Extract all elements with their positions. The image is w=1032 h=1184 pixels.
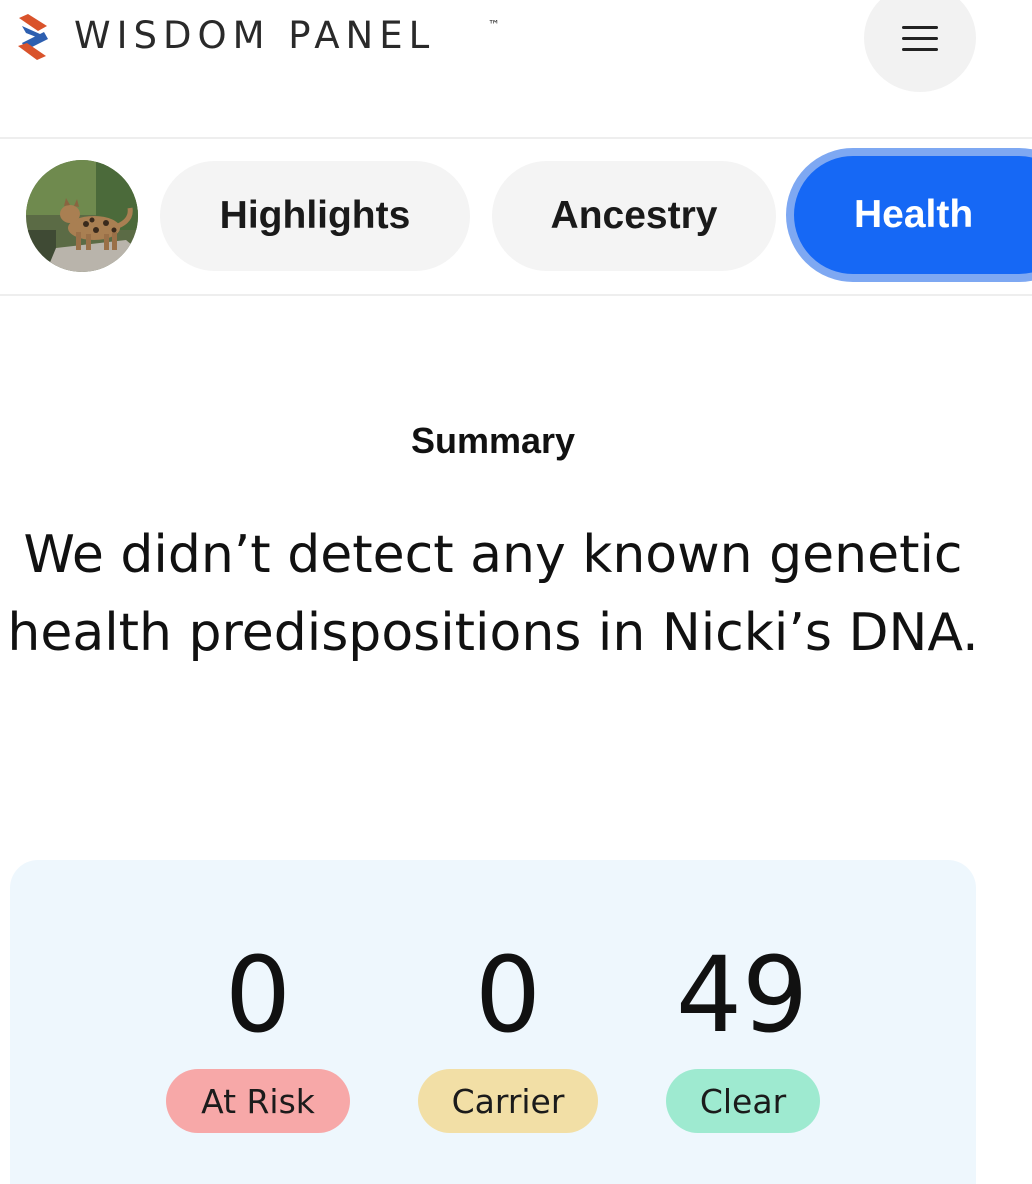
carrier-badge[interactable]: Carrier [418, 1069, 598, 1133]
pet-avatar[interactable] [26, 160, 138, 272]
clear-badge[interactable]: Clear [666, 1069, 820, 1133]
tab-ancestry[interactable]: Ancestry [492, 161, 776, 271]
at-risk-count: 0 [224, 934, 292, 1056]
brand-name: WISDOM PANEL [74, 14, 436, 57]
tab-health[interactable]: Health [786, 148, 1032, 282]
trademark-symbol: ™ [488, 18, 500, 32]
pet-avatar-photo [26, 160, 138, 272]
tabs-divider [0, 294, 1032, 296]
at-risk-badge[interactable]: At Risk [166, 1069, 350, 1133]
header: WISDOM PANEL ™ [0, 0, 1032, 138]
carrier-count: 0 [474, 934, 542, 1056]
summary-heading: Summary [410, 420, 576, 461]
summary-text: We didn’t detect any known genetic healt… [7, 525, 979, 663]
page: WISDOM PANEL ™ Highlights Ancestry Healt… [0, 0, 1032, 1184]
wisdom-panel-logo-icon[interactable] [14, 12, 54, 62]
menu-button[interactable] [864, 0, 976, 92]
header-divider [0, 137, 1032, 139]
tab-highlights[interactable]: Highlights [160, 161, 470, 271]
clear-count: 49 [675, 934, 809, 1056]
